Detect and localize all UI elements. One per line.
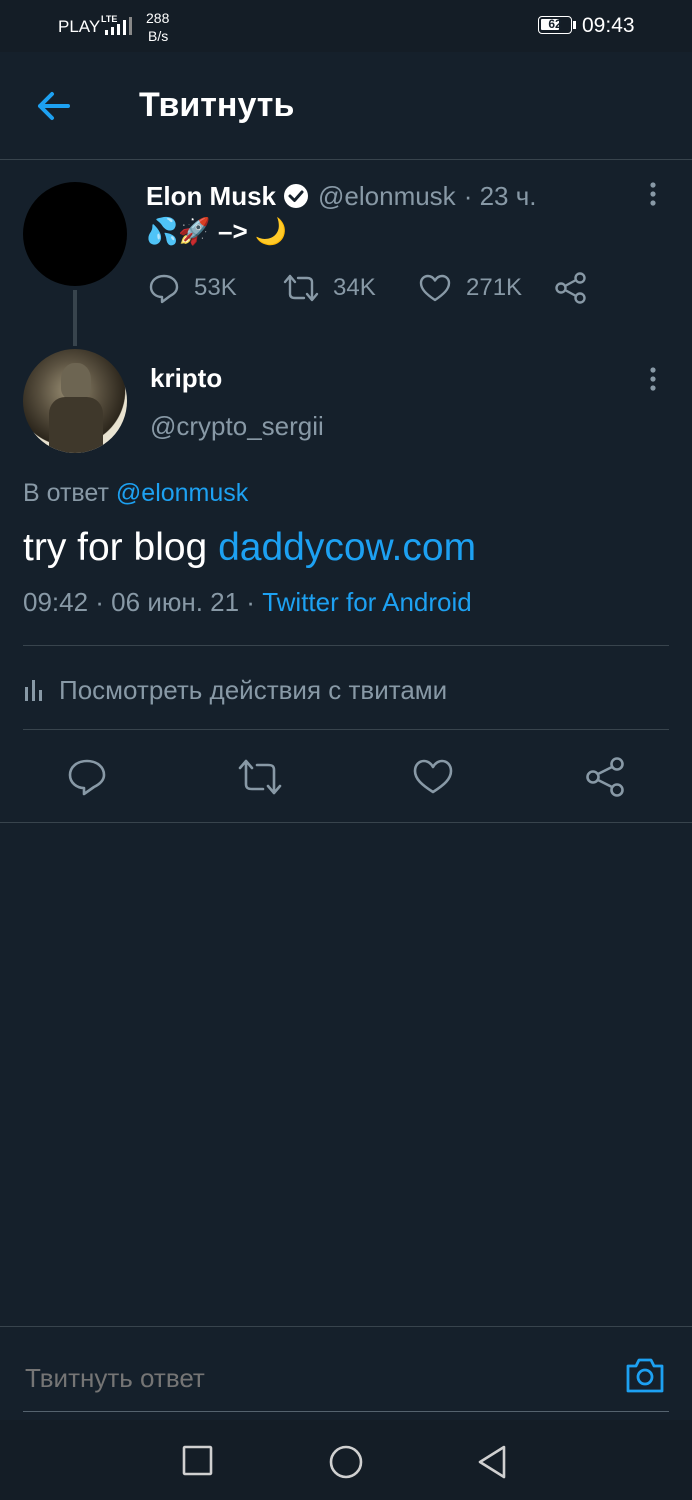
parent-tweet-text: 💦🚀 –> 🌙 (146, 216, 287, 247)
system-nav-bar (0, 1420, 692, 1500)
back-button[interactable] (30, 84, 78, 128)
reply-to-handle[interactable]: @elonmusk (116, 479, 248, 507)
more-vertical-icon (650, 182, 656, 206)
reply-to-prefix: В ответ (23, 479, 109, 507)
battery-level: 62 (548, 17, 562, 31)
reply-button[interactable] (67, 757, 107, 797)
view-activity-row[interactable]: Посмотреть действия с твитами (23, 670, 447, 710)
author-name[interactable]: Elon Musk (146, 181, 276, 212)
divider (23, 729, 669, 730)
reply-link[interactable]: daddycow.com (218, 526, 476, 569)
reply-composer (0, 1327, 692, 1420)
reply-context: В ответ @elonmusk (23, 479, 248, 508)
share-icon (555, 272, 586, 304)
parent-tweet-header: Elon Musk @elonmusk · 23 ч. (146, 178, 616, 214)
kripto-avatar[interactable] (23, 349, 127, 453)
reply-tweet-text: try for blog daddycow.com (23, 526, 476, 570)
tweet-moon-text: 🌙 (254, 216, 288, 246)
reply-author-handle[interactable]: @crypto_sergii (150, 411, 324, 442)
heart-icon (413, 759, 453, 794)
reply-action[interactable]: 53K (148, 272, 237, 304)
thread-connector (73, 290, 77, 346)
triangle-back-icon (478, 1445, 506, 1479)
camera-button[interactable] (624, 1355, 666, 1395)
reply-icon (149, 274, 179, 304)
tweet-meta: 09:42 · 06 июн. 21 · Twitter for Android (23, 587, 472, 618)
parent-share-button[interactable] (554, 272, 588, 304)
speed-unit: B/s (148, 28, 169, 44)
view-activity-label: Посмотреть действия с твитами (59, 674, 448, 705)
clock: 09:43 (582, 14, 635, 37)
retweet-button[interactable] (237, 757, 283, 797)
signal-icon (105, 17, 132, 35)
recents-button[interactable] (181, 1444, 215, 1478)
top-app-bar: Твитнуть (0, 52, 692, 160)
like-button[interactable] (412, 757, 454, 797)
square-icon (182, 1445, 213, 1476)
reply-tweet-menu-button[interactable] (638, 365, 668, 395)
reply-count: 53K (194, 274, 237, 301)
parent-tweet-menu-button[interactable] (638, 180, 668, 210)
tweet-source[interactable]: Twitter for Android (262, 587, 472, 617)
heart-icon (419, 274, 451, 302)
retweet-action[interactable]: 34K (283, 272, 376, 304)
author-handle[interactable]: @elonmusk (318, 181, 456, 212)
elon-avatar[interactable] (23, 182, 127, 286)
like-action[interactable]: 271K (418, 272, 522, 304)
input-underline (23, 1411, 669, 1412)
retweet-icon (238, 759, 282, 795)
page-title: Твитнуть (139, 86, 295, 124)
home-button[interactable] (327, 1443, 365, 1481)
like-count: 271K (466, 274, 523, 301)
reply-text: try for blog (23, 526, 208, 569)
tweet-arrow-text: –> (217, 216, 248, 246)
reply-input[interactable] (23, 1347, 607, 1409)
speed-value: 288 (146, 10, 170, 26)
battery-icon: 62 (538, 16, 572, 34)
reply-author-name[interactable]: kripto (150, 363, 222, 394)
circle-icon (329, 1445, 363, 1479)
camera-icon (626, 1358, 664, 1393)
tweet-age: · 23 ч. (463, 180, 537, 211)
system-back-button[interactable] (475, 1443, 511, 1481)
status-bar: PLAY LTE 288 B/s 62 09:43 (0, 0, 692, 52)
more-vertical-icon (650, 367, 656, 391)
battery-tip-icon (573, 21, 576, 29)
divider (23, 645, 669, 646)
analytics-icon (25, 680, 42, 701)
share-button[interactable] (585, 757, 627, 797)
tweet-emoji-text: 💦🚀 (146, 216, 211, 246)
verified-badge-icon (284, 184, 309, 208)
tweet-timestamp: 09:42 · 06 июн. 21 · (23, 587, 255, 617)
reply-icon (68, 759, 106, 796)
back-arrow-icon (38, 92, 70, 120)
retweet-icon (283, 274, 319, 302)
retweet-count: 34K (333, 274, 376, 301)
share-icon (586, 757, 624, 797)
carrier-label: PLAY (58, 17, 101, 36)
divider (0, 822, 692, 823)
